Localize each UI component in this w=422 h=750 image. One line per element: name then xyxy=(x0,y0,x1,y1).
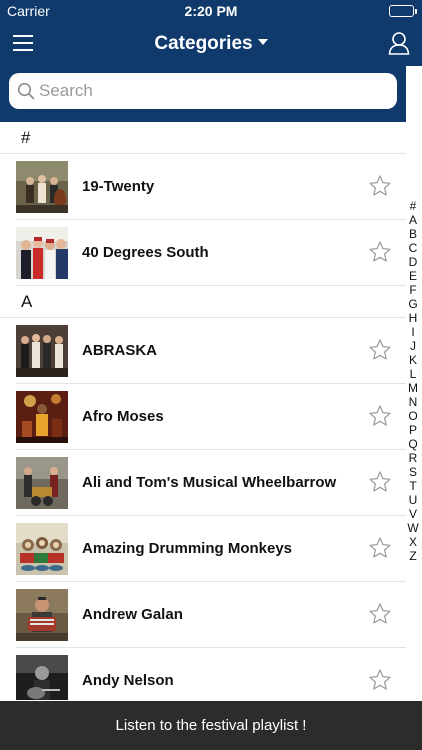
star-icon[interactable] xyxy=(368,470,392,494)
list-item-title: Ali and Tom's Musical Wheelbarrow xyxy=(82,474,337,491)
profile-button[interactable] xyxy=(388,31,410,55)
index-letter[interactable]: E xyxy=(407,269,419,283)
index-letter[interactable]: G xyxy=(407,297,419,311)
star-icon[interactable] xyxy=(368,536,392,560)
status-bar: Carrier 2:20 PM xyxy=(0,0,422,22)
index-letter[interactable]: P xyxy=(407,423,419,437)
index-letter[interactable]: B xyxy=(407,227,419,241)
star-icon[interactable] xyxy=(368,240,392,264)
index-letter[interactable]: O xyxy=(407,409,419,423)
thumbnail-image xyxy=(16,227,68,279)
list-item[interactable]: 40 Degrees South xyxy=(16,220,406,286)
index-letter[interactable]: H xyxy=(407,311,419,325)
index-letter[interactable]: Z xyxy=(407,549,419,563)
thumbnail-image xyxy=(16,391,68,443)
thumbnail-image xyxy=(16,589,68,641)
index-letter[interactable]: K xyxy=(407,353,419,367)
thumbnail-image xyxy=(16,161,68,213)
thumbnail-image xyxy=(16,523,68,575)
star-icon[interactable] xyxy=(368,668,392,692)
index-letter[interactable]: I xyxy=(407,325,419,339)
search-area xyxy=(0,66,406,122)
list-item-title: 19-Twenty xyxy=(82,178,155,195)
nav-bar: Categories xyxy=(0,22,422,66)
list-item[interactable]: Andy Nelson xyxy=(16,648,406,700)
list-item-title: Andy Nelson xyxy=(82,672,174,689)
star-icon[interactable] xyxy=(368,338,392,362)
search-field[interactable] xyxy=(9,73,397,109)
star-icon[interactable] xyxy=(368,404,392,428)
clock-label: 2:20 PM xyxy=(184,3,238,19)
index-letter[interactable]: T xyxy=(407,479,419,493)
search-input[interactable] xyxy=(39,77,379,105)
index-letter[interactable]: M xyxy=(407,381,419,395)
playlist-banner-label: Listen to the festival playlist ! xyxy=(115,717,307,734)
index-letter[interactable]: X xyxy=(407,535,419,549)
index-letter[interactable]: W xyxy=(407,521,419,535)
list-item-title: Amazing Drumming Monkeys xyxy=(82,540,293,557)
index-letter[interactable]: V xyxy=(407,507,419,521)
index-letter[interactable]: S xyxy=(407,465,419,479)
list-item-title: Afro Moses xyxy=(82,408,164,425)
index-letter[interactable]: # xyxy=(407,199,419,213)
thumbnail-image xyxy=(16,325,68,377)
screen: Carrier 2:20 PM Categories Search # 19-T… xyxy=(0,0,422,750)
index-letter[interactable]: L xyxy=(407,367,419,381)
index-letter[interactable]: D xyxy=(407,255,419,269)
list-item[interactable]: ABRASKA xyxy=(16,318,406,384)
section-header: A xyxy=(0,286,406,318)
list-item[interactable]: Afro Moses xyxy=(16,384,406,450)
page-title: Categories xyxy=(154,33,253,54)
index-letter[interactable]: C xyxy=(407,241,419,255)
list-item[interactable]: Andrew Galan xyxy=(16,582,406,648)
index-letter[interactable]: N xyxy=(407,395,419,409)
index-letter[interactable]: J xyxy=(407,339,419,353)
playlist-banner[interactable]: Listen to the festival playlist ! xyxy=(0,701,422,750)
search-icon xyxy=(17,82,35,100)
index-letter[interactable]: F xyxy=(407,283,419,297)
thumbnail-image xyxy=(16,655,68,700)
index-letter[interactable]: R xyxy=(407,451,419,465)
index-letter[interactable]: U xyxy=(407,493,419,507)
performer-list: # 19-Twenty 40 Degrees South A ABRASKA A… xyxy=(0,122,406,700)
caret-down-icon xyxy=(257,38,268,45)
list-item[interactable]: 19-Twenty xyxy=(16,154,406,220)
battery-icon xyxy=(389,5,417,17)
thumbnail-image xyxy=(16,457,68,509)
list-item[interactable]: Amazing Drumming Monkeys xyxy=(16,516,406,582)
section-header: # xyxy=(0,122,406,154)
index-letter[interactable]: A xyxy=(407,213,419,227)
section-index[interactable]: # A B C D E F G H I J K L M N O P Q R S … xyxy=(407,199,419,563)
categories-dropdown[interactable]: Categories xyxy=(0,33,422,55)
star-icon[interactable] xyxy=(368,174,392,198)
user-icon xyxy=(388,32,410,55)
list-item-title: ABRASKA xyxy=(82,342,157,359)
star-icon[interactable] xyxy=(368,602,392,626)
list-item-title: Andrew Galan xyxy=(82,606,183,623)
index-letter[interactable]: Q xyxy=(407,437,419,451)
list-item[interactable]: Ali and Tom's Musical Wheelbarrow xyxy=(16,450,406,516)
list-item-title: 40 Degrees South xyxy=(82,244,209,261)
